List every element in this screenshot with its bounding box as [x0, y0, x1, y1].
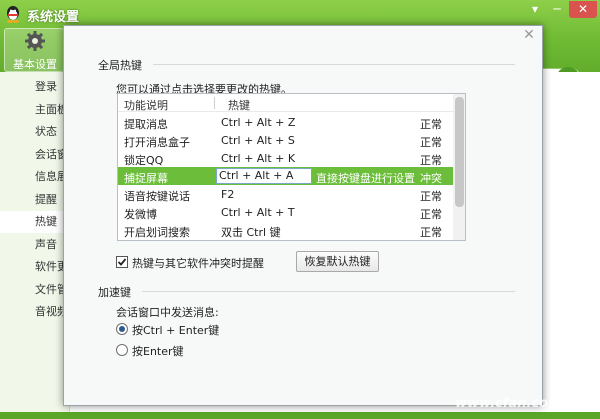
sidebar-item[interactable]: 热键: [0, 211, 70, 233]
hotkey-function-cell: 捕捉屏幕: [124, 172, 168, 185]
hotkey-key-cell: Ctrl + Alt + T: [221, 206, 295, 219]
hotkey-status-cell: 正常: [420, 136, 442, 149]
column-header-hotkey: 热键: [228, 99, 250, 112]
sidebar-item[interactable]: 主面板: [0, 99, 70, 121]
scrollbar-thumb[interactable]: [455, 97, 464, 207]
send-message-label: 会话窗口中发送消息:: [116, 306, 219, 319]
radio-ctrl-enter-label: 按Ctrl + Enter键: [132, 324, 220, 337]
hotkey-key-cell: Ctrl + Alt + S: [221, 134, 295, 147]
hotkey-function-cell: 提取消息: [124, 118, 168, 131]
hotkey-function-cell: 锁定QQ: [124, 154, 164, 167]
hotkey-function-cell: 打开消息盒子: [124, 136, 190, 149]
minimize-button[interactable]: ─: [546, 1, 568, 18]
check-icon: [117, 258, 127, 266]
conflict-alert-checkbox[interactable]: [116, 256, 128, 268]
hotkey-status-cell: 正常: [420, 208, 442, 221]
table-row[interactable]: 开启划词搜索 双击 Ctrl 键 正常: [118, 221, 453, 239]
hotkey-key-cell: 双击 Ctrl 键: [221, 226, 281, 239]
sidebar-item[interactable]: 软件更新: [0, 256, 70, 278]
table-row[interactable]: 打开消息盒子 Ctrl + Alt + S 正常: [118, 131, 453, 149]
hotkey-status-cell: 正常: [420, 118, 442, 131]
table-row[interactable]: 发微博 Ctrl + Alt + T 正常: [118, 203, 453, 221]
sidebar-item[interactable]: 信息展示: [0, 166, 70, 188]
radio-ctrl-enter[interactable]: [116, 323, 128, 335]
hotkey-dialog: ✕ 全局热键 您可以通过点击选择要更改的热键。 功能说明 热键 提取消息 Ctrl…: [63, 25, 543, 406]
hotkey-edit-input[interactable]: Ctrl + Alt + A: [216, 168, 312, 184]
gear-icon: [25, 31, 45, 51]
column-header-function: 功能说明: [124, 99, 168, 112]
window-title: 系统设置: [27, 10, 80, 25]
sidebar-item[interactable]: 音视频: [0, 301, 70, 323]
sidebar-item[interactable]: 声音: [0, 234, 70, 256]
restore-default-hotkeys-button[interactable]: 恢复默认热键: [296, 251, 379, 272]
hotkey-status-cell: 正常: [420, 154, 442, 167]
section-divider: [153, 64, 515, 65]
radio-selected-dot: [119, 326, 125, 332]
watermark: www.cfan.com.cn: [455, 396, 584, 411]
column-divider: [214, 97, 215, 109]
global-hotkey-section-title: 全局热键: [98, 59, 142, 72]
hotkey-status-cell: 冲突: [420, 172, 442, 185]
hotkey-function-cell: 语音按键说话: [124, 190, 190, 203]
table-row[interactable]: 提取消息 Ctrl + Alt + Z 正常: [118, 113, 453, 131]
table-row[interactable]: 锁定QQ Ctrl + Alt + K 正常: [118, 149, 453, 167]
sidebar-item[interactable]: 文件管理: [0, 279, 70, 301]
radio-enter-label: 按Enter键: [132, 345, 184, 358]
hotkey-key-cell: F2: [221, 188, 235, 201]
hotkey-edit-hint: 直接按键盘进行设置: [316, 172, 415, 185]
table-scrollbar[interactable]: [453, 94, 465, 240]
hotkey-key-cell: Ctrl + Alt + K: [221, 152, 296, 165]
table-header: 功能说明 热键: [118, 94, 453, 112]
radio-enter[interactable]: [116, 344, 128, 356]
tab-basic-settings-label: 基本设置: [13, 58, 57, 71]
dialog-close-button[interactable]: ✕: [521, 27, 537, 43]
table-row[interactable]: 捕捉屏幕 Ctrl + Alt + A 直接按键盘进行设置 冲突: [118, 167, 453, 185]
sidebar-item[interactable]: 提醒: [0, 189, 70, 211]
menu-button[interactable]: ▾: [524, 1, 546, 18]
sidebar-item[interactable]: 状态: [0, 121, 70, 143]
close-window-button[interactable]: ✕: [569, 1, 597, 18]
hotkey-key-cell: Ctrl + Alt + Z: [221, 116, 296, 129]
sidebar: 登录主面板状态会话窗口信息展示提醒热键声音软件更新文件管理音视频: [0, 72, 70, 412]
sidebar-item[interactable]: 会话窗口: [0, 144, 70, 166]
hotkey-function-cell: 开启划词搜索: [124, 226, 190, 239]
qq-logo-icon: [7, 6, 19, 23]
conflict-alert-label: 热键与其它软件冲突时提醒: [132, 257, 264, 270]
tab-basic-settings[interactable]: 基本设置: [4, 28, 64, 72]
hotkey-function-cell: 发微博: [124, 208, 157, 221]
title-bar: 系统设置 ▾ ─ ✕: [0, 0, 600, 28]
accelerator-section-title: 加速键: [98, 286, 131, 299]
hotkey-status-cell: 正常: [420, 190, 442, 203]
hotkey-table: 功能说明 热键 提取消息 Ctrl + Alt + Z 正常 打开消息盒子 Ctrl +…: [117, 93, 466, 241]
section-divider: [142, 291, 515, 292]
table-row[interactable]: 语音按键说话 F2 正常: [118, 185, 453, 203]
sidebar-item[interactable]: 登录: [0, 76, 70, 98]
hotkey-status-cell: 正常: [420, 226, 442, 239]
